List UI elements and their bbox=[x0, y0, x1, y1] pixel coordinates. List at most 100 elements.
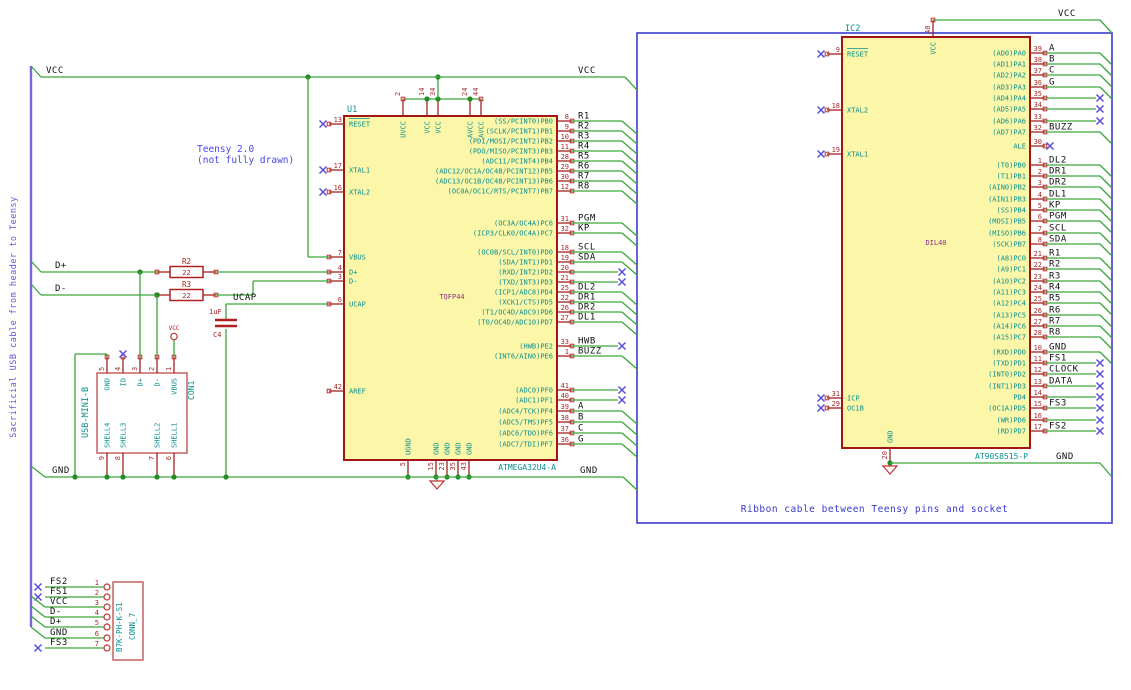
bus-entry bbox=[621, 432, 638, 447]
pin-name: (A15)PC7 bbox=[992, 334, 1026, 342]
bus-entry bbox=[1099, 220, 1113, 234]
bus-entry bbox=[621, 410, 638, 425]
ic2-package: DIL40 bbox=[925, 239, 946, 247]
net-label: SCL bbox=[1049, 224, 1067, 234]
pin-number: 23 bbox=[438, 462, 446, 470]
pin-name: (AIN1)PB3 bbox=[988, 196, 1026, 204]
pin-circle bbox=[103, 583, 111, 591]
pin-number: 1 bbox=[95, 579, 99, 587]
bus-entry bbox=[621, 150, 638, 165]
pin-number: 18 bbox=[832, 102, 840, 110]
bus-entry bbox=[30, 615, 46, 628]
net-label: R6 bbox=[1049, 306, 1061, 316]
pin-name: GND bbox=[433, 442, 441, 455]
pin-name: UGND bbox=[405, 438, 413, 455]
pin-name: (SCLK/PCINT1)PB1 bbox=[486, 128, 553, 136]
pin-number: 38 bbox=[561, 414, 569, 422]
net-label: G bbox=[578, 435, 584, 445]
pin-number: 44 bbox=[472, 88, 480, 96]
pin-number: 36 bbox=[561, 436, 569, 444]
pin-number: 26 bbox=[1034, 307, 1042, 315]
pin-number: 8 bbox=[565, 113, 569, 121]
pin-number: 2 bbox=[95, 589, 99, 597]
pin-number: 37 bbox=[561, 425, 569, 433]
pin-number: 23 bbox=[1034, 273, 1042, 281]
note-sacrificial-cable: Sacrificial USB cable from header to Tee… bbox=[9, 196, 19, 438]
pin-number: 2 bbox=[394, 92, 402, 96]
pin-name: XTAL2 bbox=[349, 189, 370, 197]
pin-number: 7 bbox=[338, 249, 342, 257]
pin-name: AREF bbox=[349, 388, 366, 396]
pin-name: RESET bbox=[349, 121, 371, 129]
pin-number: 39 bbox=[1034, 45, 1042, 53]
bus-entry bbox=[1099, 74, 1113, 88]
pin-circle bbox=[103, 623, 111, 631]
pin-number: 31 bbox=[832, 390, 840, 398]
pin-number: 6 bbox=[95, 630, 99, 638]
pin-name: (RXD)PD0 bbox=[992, 349, 1026, 357]
bus-entry bbox=[1099, 186, 1113, 200]
pin-number: 27 bbox=[561, 314, 569, 322]
pin-name: AVCC bbox=[467, 121, 475, 138]
bus-entry bbox=[1099, 131, 1113, 145]
net-label: DL1 bbox=[1049, 190, 1067, 200]
bus-entry bbox=[1099, 257, 1113, 271]
pin-number: 9 bbox=[98, 456, 106, 460]
net-label-dminus: D- bbox=[55, 284, 67, 294]
pin-name: (SDA/INT1)PD1 bbox=[498, 259, 553, 267]
net-label: D- bbox=[50, 607, 62, 617]
net-label: SCL bbox=[578, 243, 596, 253]
net-label: R4 bbox=[1049, 283, 1061, 293]
pin-name: (ICP3/CLK0/OC4A)PC7 bbox=[473, 230, 553, 238]
net-label: BUZZ bbox=[1049, 123, 1073, 133]
pin-number: 40 bbox=[561, 392, 569, 400]
pin-name: (ADC13/OC1B/OC4B/PCINT13)PB6 bbox=[435, 178, 553, 186]
bus-entry bbox=[621, 301, 638, 316]
net-label: FS3 bbox=[50, 638, 68, 648]
pin-number: 19 bbox=[561, 254, 569, 262]
pin-number: 31 bbox=[561, 215, 569, 223]
net-label: R2 bbox=[578, 122, 590, 132]
pin-number: 7 bbox=[95, 640, 99, 648]
net-label: PGM bbox=[1049, 212, 1067, 222]
net-label: FS2 bbox=[50, 577, 68, 587]
net-label: KP bbox=[578, 224, 590, 234]
pin-number: 3 bbox=[338, 273, 342, 281]
pin-name: XTAL2 bbox=[847, 107, 868, 115]
bus-entry bbox=[621, 251, 638, 266]
junction-dot bbox=[223, 474, 229, 480]
pin-number: 6 bbox=[1038, 213, 1042, 221]
pin-number: 3 bbox=[131, 367, 139, 371]
bus-entry bbox=[621, 222, 638, 237]
pin-name: VCC bbox=[435, 121, 443, 134]
net-label: FS1 bbox=[1049, 354, 1067, 364]
net-label-vcc: VCC bbox=[578, 66, 596, 76]
bus-entry bbox=[1099, 336, 1113, 350]
pin-number: 21 bbox=[1034, 250, 1042, 258]
pin-number: 29 bbox=[561, 163, 569, 171]
junction-dot bbox=[120, 474, 126, 480]
pin-number: 42 bbox=[334, 383, 342, 391]
pin-number: 6 bbox=[165, 456, 173, 460]
pin-name: GND bbox=[104, 378, 112, 391]
bus-entry bbox=[30, 626, 46, 639]
pin-name: (AD3)PA3 bbox=[992, 84, 1026, 92]
pin-name: (ADC5/TMS)PF5 bbox=[498, 419, 553, 427]
bus-entry bbox=[1099, 209, 1113, 223]
bus-entry bbox=[621, 130, 638, 145]
pin-circle bbox=[103, 593, 111, 601]
bus-entry bbox=[621, 190, 638, 205]
net-label: DR1 bbox=[578, 293, 596, 303]
net-label: DR1 bbox=[1049, 167, 1067, 177]
pin-number: 6 bbox=[338, 296, 342, 304]
pin-number: 32 bbox=[1034, 124, 1042, 132]
pin-number: 5 bbox=[1038, 202, 1042, 210]
bus-entry bbox=[621, 443, 638, 458]
net-label: R6 bbox=[578, 162, 590, 172]
pin-number: 36 bbox=[1034, 79, 1042, 87]
net-label: R2 bbox=[1049, 260, 1061, 270]
pin-number: 17 bbox=[334, 162, 342, 170]
net-label: FS2 bbox=[1049, 422, 1067, 432]
bus-entry bbox=[1099, 175, 1113, 189]
schematic-canvas: U1 ATMEGA32U4-A TQFP44 8 (SS/PCINT0)PB0 R1 9 (S… bbox=[0, 0, 1131, 690]
